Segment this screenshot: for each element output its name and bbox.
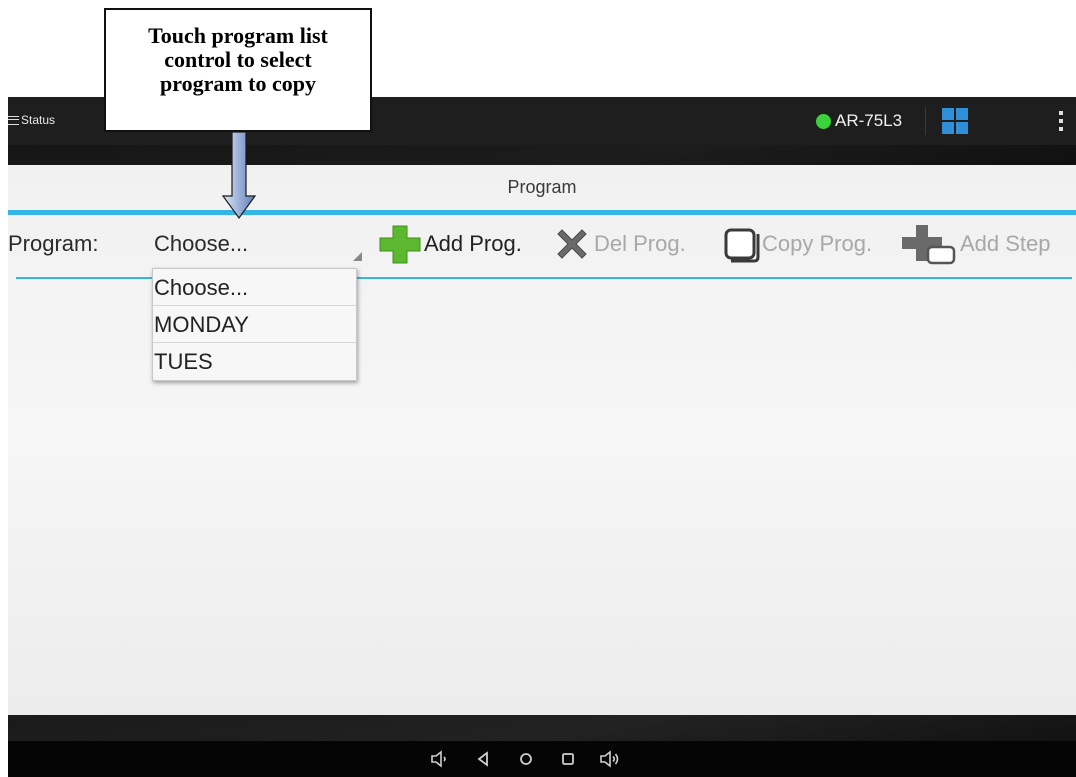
- status-menu-label: Status: [21, 113, 56, 127]
- add-step-button[interactable]: Add Step: [900, 223, 1051, 265]
- delete-program-label: Del Prog.: [594, 231, 686, 256]
- add-program-button[interactable]: Add Prog.: [378, 223, 522, 265]
- tiles-icon[interactable]: [942, 108, 968, 134]
- add-step-label: Add Step: [960, 231, 1051, 256]
- home-icon[interactable]: [514, 747, 538, 771]
- page-title: Program: [507, 177, 577, 197]
- callout-line-2: control to select: [164, 47, 312, 72]
- dropdown-option[interactable]: TUES: [153, 343, 356, 380]
- volume-down-icon[interactable]: [428, 747, 452, 771]
- title-divider: [8, 210, 1076, 215]
- program-page: Program Program: Choose... Add Prog. Del…: [8, 165, 1076, 715]
- program-spinner[interactable]: Choose...: [154, 225, 366, 265]
- callout-line-3: program to copy: [159, 71, 317, 96]
- status-menu-button[interactable]: Status: [8, 110, 55, 130]
- device-name: AR-75L3: [835, 111, 903, 130]
- dropdown-option[interactable]: MONDAY: [153, 306, 356, 343]
- back-icon[interactable]: [471, 747, 495, 771]
- program-label: Program:: [8, 231, 99, 256]
- x-icon: [557, 229, 587, 259]
- plus-icon: [379, 225, 421, 264]
- dropdown-option[interactable]: Choose...: [153, 269, 356, 306]
- add-step-icon: [902, 225, 956, 265]
- volume-up-icon[interactable]: [598, 747, 622, 771]
- copy-icon: [724, 228, 760, 263]
- header-shadow: [8, 145, 1076, 165]
- callout-arrow-icon: [222, 132, 256, 220]
- add-program-label: Add Prog.: [424, 231, 522, 256]
- callout-line-1: Touch program list: [148, 23, 328, 48]
- spinner-arrow-icon: [353, 252, 362, 261]
- callout-annotation: Touch program list control to select pro…: [104, 8, 372, 132]
- program-dropdown-list: Choose... MONDAY TUES: [152, 268, 357, 381]
- program-spinner-value: Choose...: [154, 231, 249, 256]
- overflow-menu-icon[interactable]: [1058, 109, 1064, 133]
- hamburger-icon: [8, 115, 19, 125]
- footer-shadow: [8, 715, 1076, 741]
- status-dot-icon: [816, 113, 831, 129]
- system-nav-bar: [8, 741, 1076, 777]
- divider: [925, 107, 926, 135]
- recents-icon[interactable]: [556, 747, 580, 771]
- device-indicator: AR-75L3: [816, 110, 902, 132]
- delete-program-button[interactable]: Del Prog.: [552, 223, 686, 265]
- copy-program-button[interactable]: Copy Prog.: [720, 223, 872, 265]
- copy-program-label: Copy Prog.: [762, 231, 873, 256]
